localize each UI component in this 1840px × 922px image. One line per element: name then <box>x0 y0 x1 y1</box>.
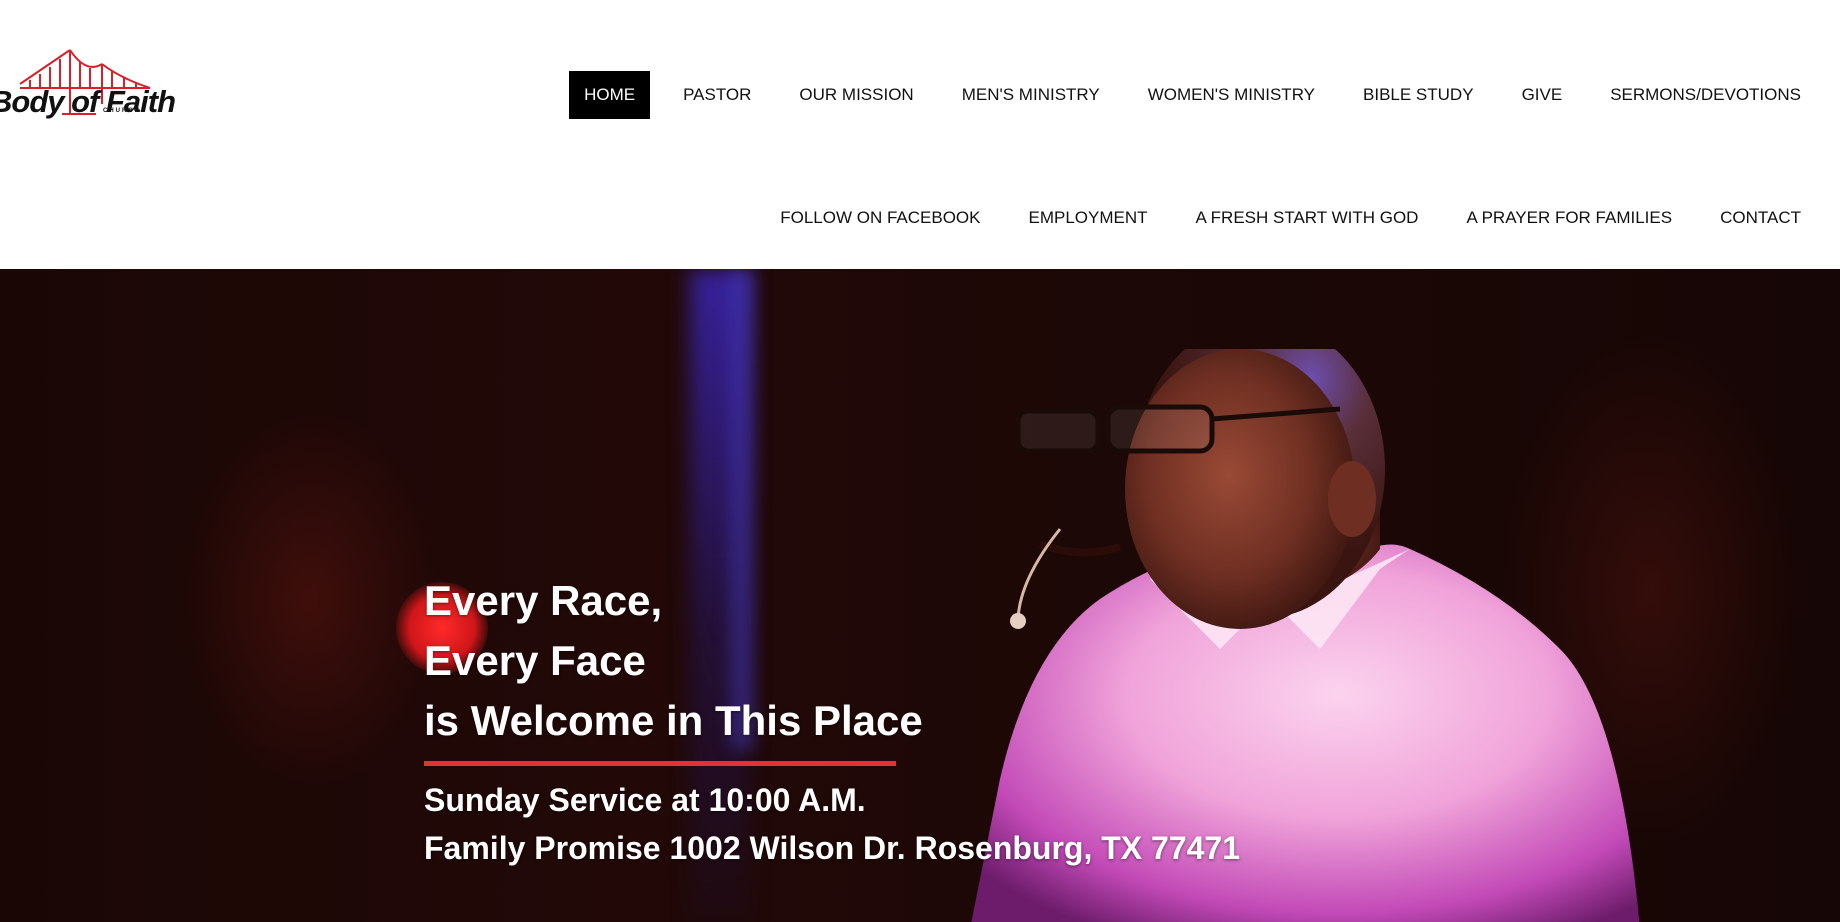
nav-item-fresh-start[interactable]: A FRESH START WITH GOD <box>1181 193 1434 243</box>
nav-item-our-mission[interactable]: OUR MISSION <box>784 71 928 119</box>
nav-item-womens-ministry[interactable]: WOMEN'S MINISTRY <box>1133 71 1330 119</box>
nav-item-give[interactable]: GIVE <box>1507 71 1578 119</box>
main-nav-row-1: HOME PASTOR OUR MISSION MEN'S MINISTRY W… <box>551 71 1816 119</box>
main-nav-row-2: FOLLOW ON FACEBOOK EMPLOYMENT A FRESH ST… <box>747 205 1816 255</box>
site-header: Body of Faith CHURCH HOME PASTOR OUR MIS… <box>0 0 1840 269</box>
nav-item-employment[interactable]: EMPLOYMENT <box>1014 193 1163 243</box>
church-logo[interactable]: Body of Faith CHURCH <box>0 44 176 134</box>
nav-item-mens-ministry[interactable]: MEN'S MINISTRY <box>947 71 1115 119</box>
divider-rule <box>424 761 896 766</box>
nav-item-bible-study[interactable]: BIBLE STUDY <box>1348 71 1489 119</box>
nav-item-contact[interactable]: CONTACT <box>1705 193 1816 243</box>
headline-line-1: Every Race, <box>424 577 663 624</box>
service-address: Family Promise 1002 Wilson Dr. Rosenburg… <box>424 830 1241 866</box>
nav-item-pastor[interactable]: PASTOR <box>668 71 766 119</box>
hero-banner: Every Race, Every Face is Welcome in Thi… <box>0 269 1840 922</box>
hero-text: Every Race, Every Face is Welcome in Thi… <box>424 571 1240 872</box>
logo-text: Body of Faith <box>0 84 176 119</box>
logo-subtext: CHURCH <box>103 108 141 114</box>
nav-item-home[interactable]: HOME <box>569 71 651 119</box>
nav-item-sermons-devotions[interactable]: SERMONS/DEVOTIONS <box>1595 71 1816 119</box>
headline-line-2: Every Face <box>424 637 646 684</box>
background-glow <box>180 409 440 789</box>
headline-line-3: is Welcome in This Place <box>424 697 923 744</box>
nav-item-prayer-for-families[interactable]: A PRAYER FOR FAMILIES <box>1451 193 1687 243</box>
service-time: Sunday Service at 10:00 A.M. <box>424 782 866 818</box>
nav-item-follow-on-facebook[interactable]: FOLLOW ON FACEBOOK <box>765 193 995 243</box>
